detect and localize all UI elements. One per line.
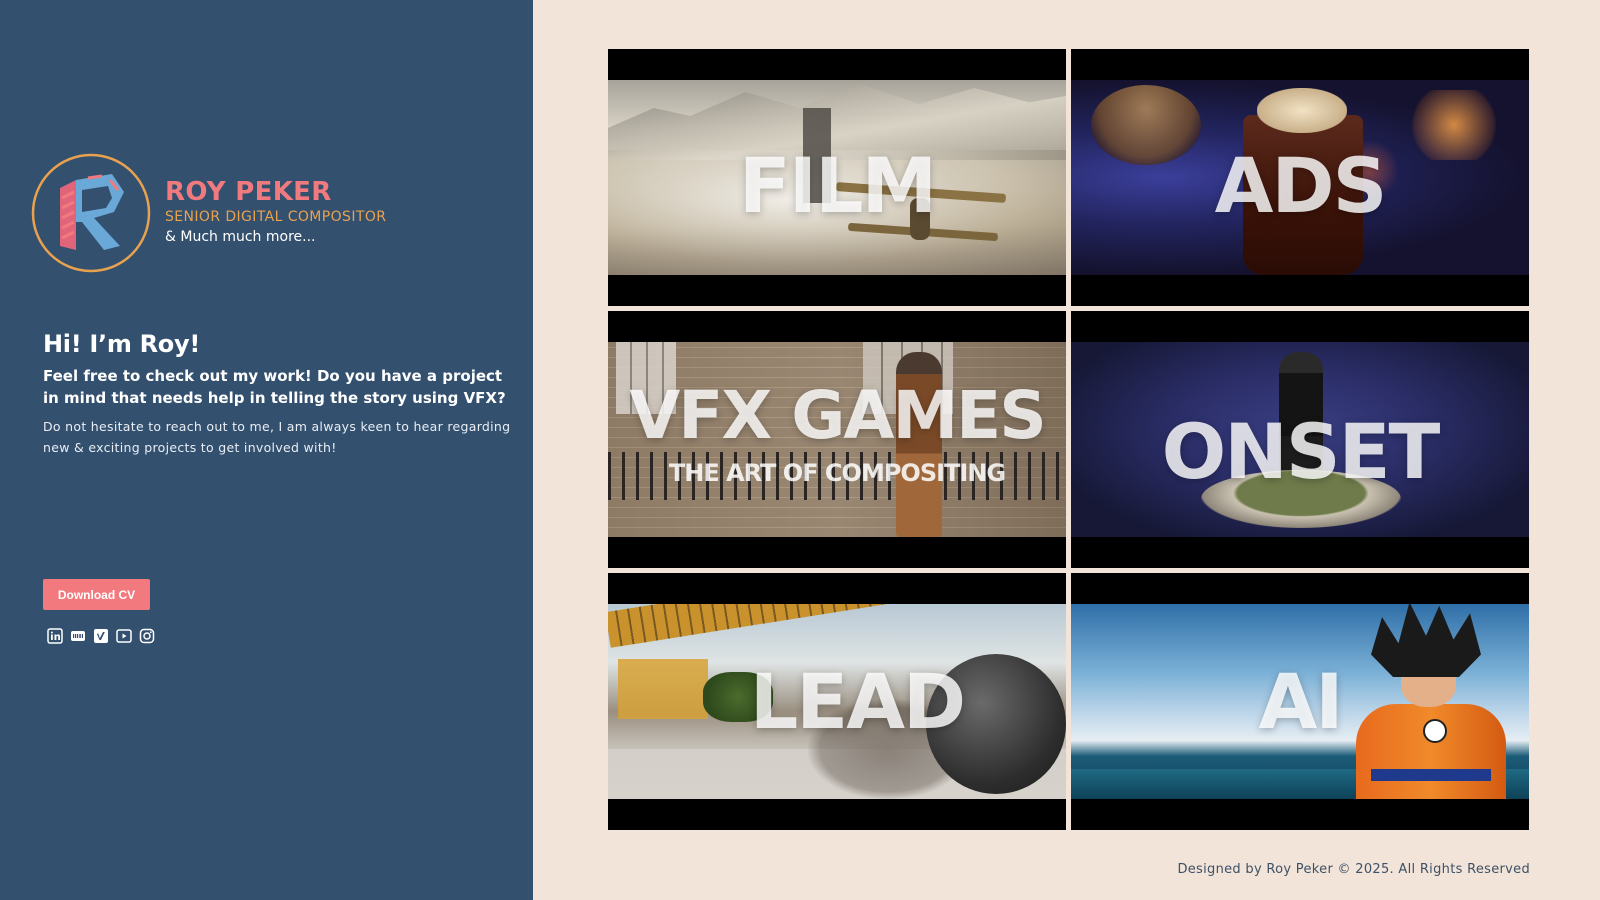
vimeo-icon[interactable] (93, 628, 109, 644)
tile-sublabel: THE ART OF COMPOSITING (668, 459, 1006, 487)
logo[interactable] (30, 152, 152, 274)
tile-vfx-games[interactable]: VFX GAMES THE ART OF COMPOSITING (608, 311, 1066, 568)
instagram-icon[interactable] (139, 628, 155, 644)
tile-label: AI (1258, 657, 1343, 746)
sidebar: ROY PEKER SENIOR DIGITAL COMPOSITOR & Mu… (0, 0, 533, 900)
social-links (47, 628, 155, 644)
brand: ROY PEKER SENIOR DIGITAL COMPOSITOR & Mu… (165, 176, 386, 245)
linkedin-icon[interactable] (47, 628, 63, 644)
brand-tagline: & Much much more... (165, 229, 316, 245)
tile-onset[interactable]: ONSET (1071, 311, 1529, 568)
intro: Hi! I’m Roy! Feel free to check out my w… (43, 330, 513, 458)
tile-ai[interactable]: AI (1071, 573, 1529, 830)
imdb-icon[interactable] (70, 628, 86, 644)
download-cv-button[interactable]: Download CV (43, 579, 150, 610)
intro-body: Do not hesitate to reach out to me, I am… (43, 419, 511, 455)
intro-lead: Feel free to check out my work! Do you h… (43, 367, 506, 407)
tile-label: ONSET (1161, 407, 1441, 496)
intro-title: Hi! I’m Roy! (43, 330, 200, 358)
footer-credit: Designed by Roy Peker © 2025. All Rights… (1177, 862, 1530, 877)
brand-role: SENIOR DIGITAL COMPOSITOR (165, 209, 387, 225)
tile-label: VFX GAMES (629, 377, 1047, 454)
tile-ads[interactable]: ADS (1071, 49, 1529, 306)
youtube-icon[interactable] (116, 628, 132, 644)
tile-label: ADS (1214, 141, 1388, 230)
tile-film[interactable]: FILM (608, 49, 1066, 306)
tile-label: FILM (738, 141, 937, 230)
tile-label: LEAD (749, 657, 966, 746)
tile-lead[interactable]: LEAD (608, 573, 1066, 830)
brand-name: ROY PEKER (165, 177, 332, 207)
portfolio-grid: FILM ADS VFX GAMES THE ART OF COMPOSITIN… (608, 49, 1530, 831)
